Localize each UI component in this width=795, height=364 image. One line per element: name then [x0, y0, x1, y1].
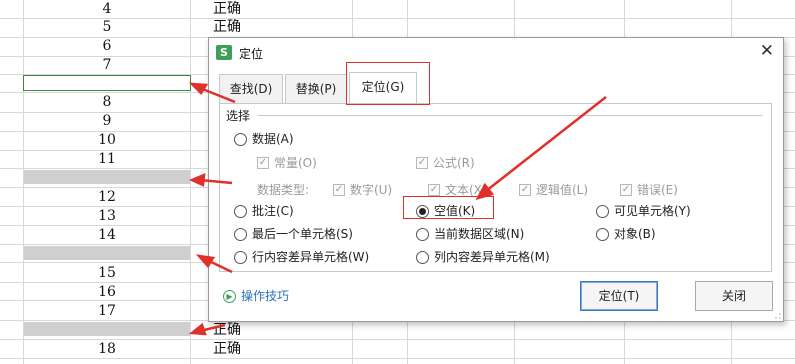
cell-number[interactable]: 7 [24, 56, 190, 75]
close-icon[interactable]: ✕ [760, 41, 774, 61]
tips-label: 操作技巧 [241, 289, 290, 303]
highlight-blank-option [403, 196, 494, 219]
close-button[interactable]: 关闭 [695, 281, 773, 311]
dialog-title: 定位 [239, 47, 264, 61]
check-label: 逻辑值(L) [536, 183, 589, 197]
radio-icon[interactable] [596, 228, 609, 241]
checkbox-icon: ✓ [428, 184, 440, 196]
goto-panel: 选择 数据(A) ✓ 常量(O) ✓ 公式(R) 数据类型: ✓ 数字(U) ✓… [219, 103, 772, 272]
option-label: 行内容差异单元格(W) [252, 250, 370, 264]
checkbox-icon: ✓ [620, 184, 632, 196]
radio-icon[interactable] [416, 228, 429, 241]
cell-number[interactable]: 15 [24, 264, 190, 283]
radio-icon[interactable] [416, 251, 429, 264]
option-label: 对象(B) [614, 227, 656, 241]
cell-number[interactable]: 10 [24, 131, 190, 150]
group-divider [258, 115, 763, 116]
grid-line [190, 0, 191, 364]
selected-empty-cell[interactable] [24, 322, 190, 336]
checkbox-icon: ✓ [257, 157, 269, 169]
radio-icon[interactable] [234, 133, 247, 146]
cell-number[interactable]: 16 [24, 283, 190, 302]
selected-empty-cell[interactable] [23, 75, 191, 91]
checkbox-icon: ✓ [416, 157, 428, 169]
cell-number[interactable]: 12 [24, 188, 190, 207]
dialog-titlebar[interactable]: S 定位 ✕ [209, 38, 783, 66]
checkbox-icon: ✓ [333, 184, 345, 196]
option-label: 当前数据区域(N) [434, 227, 525, 241]
tips-link[interactable]: ▶ 操作技巧 [223, 287, 289, 305]
tab-find[interactable]: 查找(D) [219, 74, 283, 104]
goto-dialog: S 定位 ✕ 查找(D) 替换(P) 定位(G) 选择 数据(A) ✓ 常量(O… [208, 37, 784, 322]
group-label: 选择 [226, 109, 251, 123]
cell-text[interactable]: 正确 [213, 340, 241, 359]
cell-number[interactable]: 13 [24, 207, 190, 226]
cell-number[interactable]: 4 [24, 0, 190, 19]
cell-text[interactable]: 正确 [213, 18, 241, 37]
check-label: 数字(U) [350, 183, 393, 197]
radio-icon[interactable] [234, 205, 247, 218]
cell-number[interactable]: 14 [24, 226, 190, 245]
play-icon: ▶ [223, 290, 236, 303]
check-label: 错误(E) [637, 183, 678, 197]
option-label: 可见单元格(Y) [614, 204, 691, 218]
tab-replace[interactable]: 替换(P) [285, 74, 347, 104]
cell-number[interactable]: 11 [24, 150, 190, 169]
selected-empty-cell[interactable] [24, 170, 190, 184]
resize-grip-icon[interactable] [773, 311, 781, 319]
cell-number[interactable]: 18 [24, 340, 190, 359]
app-logo-icon: S [216, 45, 232, 60]
data-type-label: 数据类型: [257, 183, 310, 197]
option-label: 最后一个单元格(S) [252, 227, 353, 241]
selected-empty-cell[interactable] [24, 246, 190, 260]
cell-number[interactable]: 5 [24, 18, 190, 37]
cell-number[interactable]: 9 [24, 112, 190, 131]
checkbox-icon: ✓ [519, 184, 531, 196]
option-label: 数据(A) [252, 132, 294, 146]
radio-icon[interactable] [596, 205, 609, 218]
goto-button[interactable]: 定位(T) [580, 281, 658, 311]
radio-icon[interactable] [234, 251, 247, 264]
radio-icon[interactable] [234, 228, 247, 241]
cell-number[interactable]: 8 [24, 93, 190, 112]
highlight-goto-tab [346, 62, 430, 105]
cell-text[interactable]: 正确 [213, 0, 241, 19]
check-label: 常量(O) [274, 156, 317, 170]
cell-number[interactable]: 6 [24, 37, 190, 56]
cell-number[interactable]: 17 [24, 302, 190, 321]
cell-text[interactable]: 正确 [213, 321, 241, 340]
option-label: 批注(C) [252, 204, 294, 218]
check-label: 公式(R) [433, 156, 475, 170]
option-label: 列内容差异单元格(M) [434, 250, 550, 264]
